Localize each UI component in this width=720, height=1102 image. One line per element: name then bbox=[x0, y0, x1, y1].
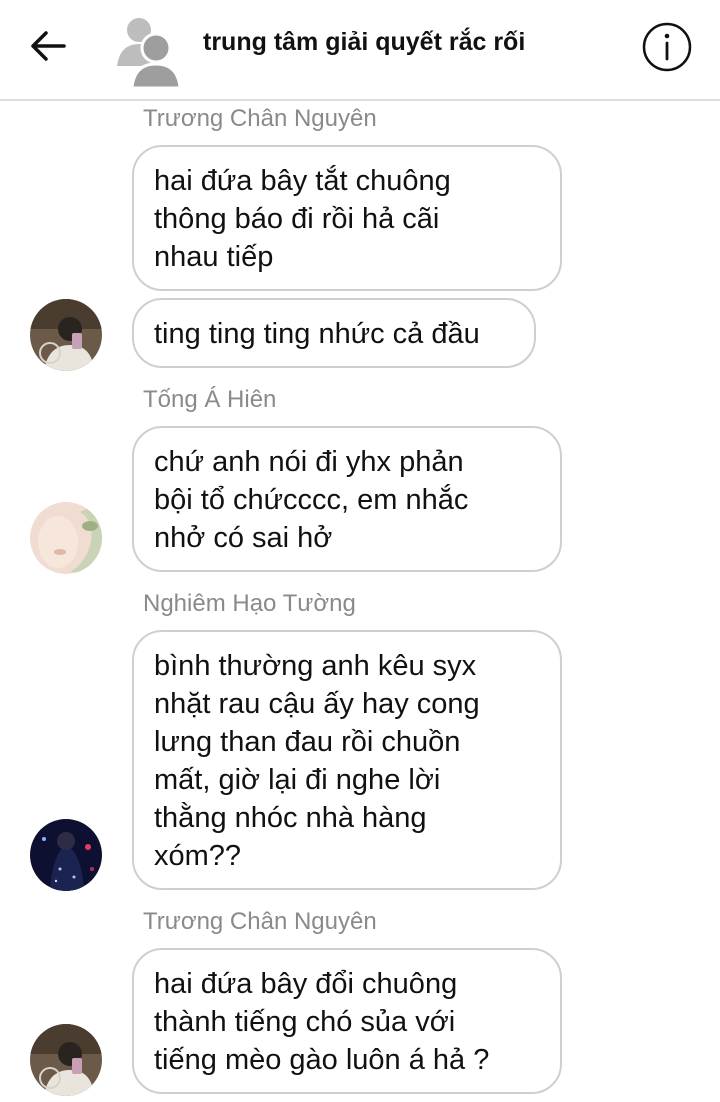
message-bubble[interactable]: ting ting ting nhức cả đầu bbox=[132, 298, 536, 368]
message-line: bội tổ chứcccc, em nhắc bbox=[154, 484, 469, 516]
message-line: chứ anh nói đi yhx phản bbox=[154, 446, 464, 478]
message-line: xóm?? bbox=[154, 840, 242, 872]
sender-name: Tống Á Hiên bbox=[143, 386, 277, 413]
message-line: thành tiếng chó sủa với bbox=[154, 1006, 456, 1038]
back-button[interactable] bbox=[26, 24, 70, 68]
message-bubble[interactable]: hai đứa bây tắt chuông thông báo đi rồi … bbox=[132, 145, 562, 291]
message-bubble[interactable]: chứ anh nói đi yhx phản bội tổ chứcccc, … bbox=[132, 426, 562, 572]
group-avatar-icon bbox=[117, 18, 182, 90]
chat-title: trung tâm giải quyết rắc rối bbox=[203, 28, 526, 56]
avatar-photo bbox=[30, 502, 102, 574]
avatar-photo bbox=[30, 819, 102, 891]
info-icon bbox=[642, 22, 692, 72]
message-bubble[interactable]: bình thường anh kêu syx nhặt rau cậu ấy … bbox=[132, 630, 562, 890]
message-line: hai đứa bây tắt chuông bbox=[154, 165, 451, 197]
avatar[interactable] bbox=[30, 299, 102, 371]
chat-header: trung tâm giải quyết rắc rối bbox=[0, 0, 720, 101]
message-line: nhặt rau cậu ấy hay cong bbox=[154, 688, 480, 720]
message-line: bình thường anh kêu syx bbox=[154, 650, 477, 682]
message-line: nhở có sai hở bbox=[154, 522, 333, 554]
message-line: ting ting ting nhức cả đầu bbox=[154, 318, 480, 350]
message-line: nhau tiếp bbox=[154, 241, 274, 273]
sender-name: Trương Chân Nguyên bbox=[143, 105, 377, 132]
avatar-photo bbox=[30, 299, 102, 371]
message-line: tiếng mèo gào luôn á hả ? bbox=[154, 1044, 490, 1076]
sender-name: Trương Chân Nguyên bbox=[143, 908, 377, 935]
info-button[interactable] bbox=[640, 20, 694, 74]
message-line: hai đứa bây đổi chuông bbox=[154, 968, 458, 1000]
arrow-left-icon bbox=[31, 31, 66, 61]
message-line: thằng nhóc nhà hàng bbox=[154, 802, 427, 834]
avatar[interactable] bbox=[30, 819, 102, 891]
message-line: mất, giờ lại đi nghe lời bbox=[154, 764, 441, 796]
group-avatar[interactable] bbox=[112, 14, 184, 90]
sender-name: Nghiêm Hạo Tường bbox=[143, 590, 356, 617]
message-line: thông báo đi rồi hả cãi bbox=[154, 203, 440, 235]
avatar-photo bbox=[30, 1024, 102, 1096]
message-line: lưng than đau rồi chuồn bbox=[154, 726, 461, 758]
avatar[interactable] bbox=[30, 1024, 102, 1096]
message-bubble[interactable]: hai đứa bây đổi chuông thành tiếng chó s… bbox=[132, 948, 562, 1094]
avatar[interactable] bbox=[30, 502, 102, 574]
